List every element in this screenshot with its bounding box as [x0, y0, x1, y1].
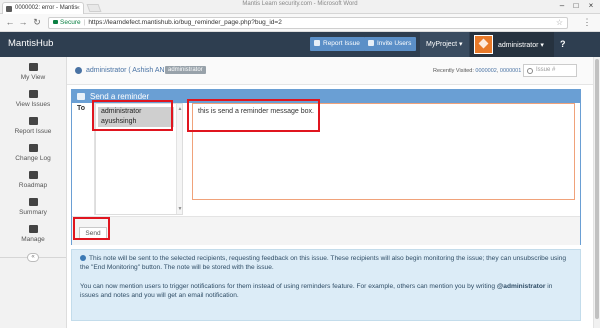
forward-icon[interactable]: → — [18, 17, 28, 27]
recent-issue-link[interactable]: 0000002 — [475, 68, 496, 74]
brand-logo[interactable]: MantisHub — [8, 38, 53, 49]
minimize-icon[interactable]: – — [556, 1, 568, 10]
list-icon — [28, 90, 38, 98]
bar-chart-icon — [28, 198, 38, 206]
user-icon — [75, 67, 82, 74]
help-icon[interactable]: ? — [560, 39, 566, 49]
info-paragraph: You can now mention users to trigger not… — [80, 282, 572, 301]
edit-icon — [28, 117, 38, 125]
scroll-down-icon[interactable]: ▼ — [177, 206, 183, 212]
info-box: This note will be sent to the selected r… — [71, 249, 581, 321]
gears-icon — [28, 225, 38, 233]
sidebar-item-roadmap[interactable]: Roadmap — [0, 168, 66, 198]
sidebar-item-view-issues[interactable]: View Issues — [0, 87, 66, 117]
sidebar-item-label: Roadmap — [18, 182, 48, 189]
sidebar-item-manage[interactable]: Manage — [0, 222, 66, 252]
recently-visited: Recently Visited: 0000002, 0000001 — [433, 68, 522, 74]
username-label: administrator ▾ — [498, 42, 544, 49]
highlight-message — [187, 99, 320, 132]
recently-visited-label: Recently Visited: — [433, 68, 474, 74]
avatar — [474, 35, 493, 54]
role-badge: administrator — [165, 66, 206, 74]
info-icon — [80, 255, 86, 261]
recent-issue-link[interactable]: 0000001 — [500, 68, 521, 74]
url-text: https://learndefect.mantishub.io/bug_rem… — [88, 19, 282, 26]
window-title: Mantis Learn security.com - Microsoft Wo… — [242, 1, 358, 7]
to-label: To — [77, 105, 86, 112]
invite-users-label: Invite Users — [377, 40, 412, 47]
sidebar-collapse-button[interactable]: « — [27, 253, 39, 262]
project-selector[interactable]: MyProject ▾ — [420, 32, 469, 57]
maximize-icon[interactable]: □ — [570, 1, 582, 10]
app-navbar: MantisHub Report Issue Invite Users MyPr… — [0, 32, 600, 57]
sidebar: My View View Issues Report Issue Change … — [0, 57, 67, 328]
sidebar-item-report-issue[interactable]: Report Issue — [0, 114, 66, 144]
browser-menu-icon[interactable]: ⋮ — [582, 17, 592, 28]
page-scrollbar-thumb[interactable] — [595, 59, 599, 319]
sidebar-item-label: Manage — [21, 236, 45, 243]
address-bar-row: ← → ↻ Secure | https://learndefect.mantish… — [0, 14, 600, 32]
sidebar-item-my-view[interactable]: My View — [0, 60, 66, 90]
user-plus-icon — [368, 40, 374, 46]
reload-icon[interactable]: ↻ — [32, 17, 42, 28]
retweet-icon — [28, 144, 38, 152]
edit-icon — [314, 40, 320, 46]
close-window-icon[interactable]: × — [585, 1, 597, 10]
sidebar-item-label: View Issues — [15, 101, 51, 108]
report-issue-label: Report Issue — [323, 40, 360, 47]
info-text-1: This note will be sent to the selected r… — [80, 255, 567, 272]
browser-titlebar: 0000002: error - Mantis × Mantis Learn s… — [0, 0, 600, 14]
url-input[interactable]: Secure | https://learndefect.mantishub.io/… — [48, 17, 568, 29]
mention-text: @administrator — [496, 282, 546, 290]
issue-jump-input[interactable]: Issue # — [523, 64, 577, 77]
lock-icon — [53, 20, 58, 25]
reminder-actions: Send — [72, 216, 580, 245]
envelope-icon — [77, 93, 85, 100]
info-paragraph: This note will be sent to the selected r… — [80, 254, 572, 273]
invite-users-button[interactable]: Invite Users — [364, 37, 417, 51]
breadcrumb: administrator ( Ashish AN ) administrato… — [67, 57, 600, 85]
user-menu[interactable]: administrator ▾ — [470, 32, 554, 57]
sidebar-item-label: Change Log — [15, 155, 51, 162]
scroll-up-icon[interactable]: ▲ — [177, 106, 183, 112]
info-text-2a: You can now mention users to trigger not… — [80, 282, 497, 290]
sidebar-item-summary[interactable]: Summary — [0, 195, 66, 225]
page-scrollbar[interactable] — [593, 57, 600, 328]
highlight-recipients — [92, 100, 173, 131]
highlight-send — [73, 217, 110, 240]
select-scrollbar[interactable]: ▲ ▼ — [176, 104, 182, 214]
back-icon[interactable]: ← — [5, 17, 15, 27]
dashboard-icon — [28, 63, 38, 71]
bookmark-star-icon[interactable]: ☆ — [556, 18, 563, 28]
sidebar-item-label: Report Issue — [14, 128, 52, 135]
sidebar-item-label: Summary — [19, 209, 47, 216]
road-icon — [28, 171, 38, 179]
secure-label: Secure — [60, 19, 81, 26]
sidebar-item-label: My View — [20, 74, 46, 81]
report-issue-button[interactable]: Report Issue — [310, 37, 365, 51]
sidebar-item-change-log[interactable]: Change Log — [0, 141, 66, 171]
user-link[interactable]: administrator ( Ashish AN ) — [86, 67, 169, 74]
